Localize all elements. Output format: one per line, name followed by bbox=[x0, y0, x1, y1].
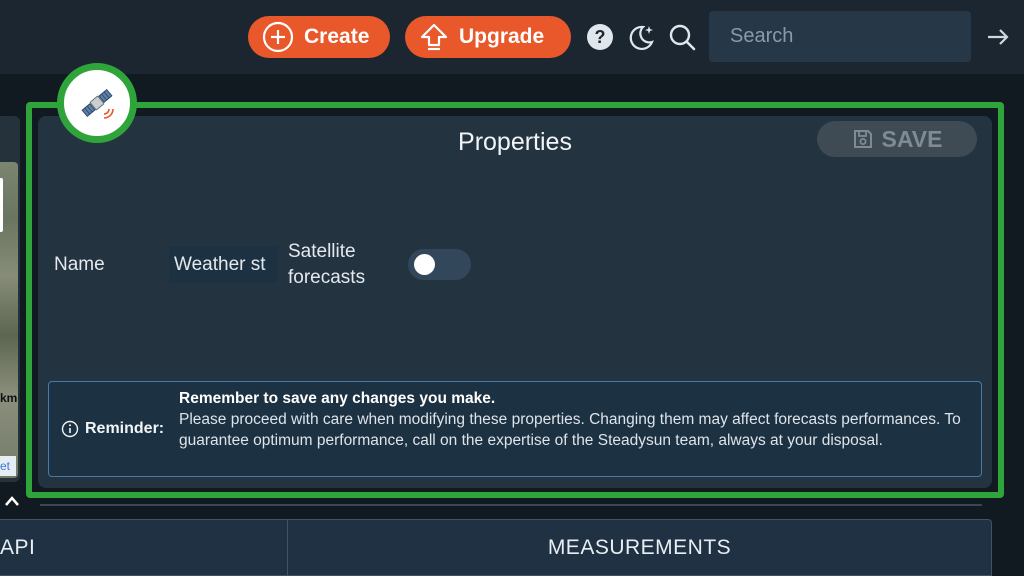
map-zoom-control[interactable] bbox=[0, 178, 3, 232]
plus-circle-icon bbox=[262, 21, 294, 53]
satellite-icon bbox=[81, 88, 114, 119]
top-bar: Create Upgrade ? bbox=[0, 0, 1024, 74]
map-scale: km bbox=[0, 391, 18, 405]
search-field[interactable] bbox=[709, 11, 971, 62]
save-button[interactable]: SAVE bbox=[817, 121, 977, 157]
reminder-body: Please proceed with care when modifying … bbox=[179, 411, 961, 449]
save-label: SAVE bbox=[881, 125, 943, 152]
reminder-label-group: Reminder: bbox=[61, 420, 164, 438]
svg-text:?: ? bbox=[595, 27, 606, 47]
upgrade-label: Upgrade bbox=[459, 25, 545, 48]
reminder-box: Reminder: Remember to save any changes y… bbox=[48, 381, 982, 477]
help-icon[interactable]: ? bbox=[585, 22, 615, 52]
info-icon bbox=[61, 420, 79, 438]
floppy-disk-icon bbox=[853, 130, 872, 148]
divider bbox=[40, 504, 982, 506]
moon-icon[interactable] bbox=[626, 22, 656, 52]
toggle-knob bbox=[414, 254, 435, 275]
satellite-forecasts-toggle[interactable] bbox=[408, 249, 471, 280]
chevron-up-icon[interactable] bbox=[4, 494, 20, 508]
logout-arrow-icon[interactable] bbox=[985, 24, 1011, 50]
satellite-forecasts-label: Satellite forecasts bbox=[288, 241, 366, 288]
tab-measurements[interactable]: MEASUREMENTS bbox=[288, 520, 991, 575]
tab-api[interactable]: API bbox=[0, 520, 288, 575]
bottom-tabs: API MEASUREMENTS bbox=[0, 519, 992, 576]
create-button[interactable]: Create bbox=[248, 16, 390, 58]
create-label: Create bbox=[304, 25, 370, 48]
search-icon[interactable] bbox=[667, 22, 697, 52]
upgrade-arrow-icon bbox=[420, 23, 448, 51]
name-label: Name bbox=[54, 254, 105, 275]
search-input[interactable] bbox=[730, 25, 960, 48]
name-field[interactable] bbox=[169, 247, 278, 283]
map-attribution[interactable]: et bbox=[0, 456, 16, 476]
reminder-label: Reminder: bbox=[85, 420, 165, 437]
upgrade-button[interactable]: Upgrade bbox=[405, 16, 571, 58]
reminder-text: Remember to save any changes you make. P… bbox=[179, 388, 969, 451]
reminder-headline: Remember to save any changes you make. bbox=[179, 390, 496, 407]
